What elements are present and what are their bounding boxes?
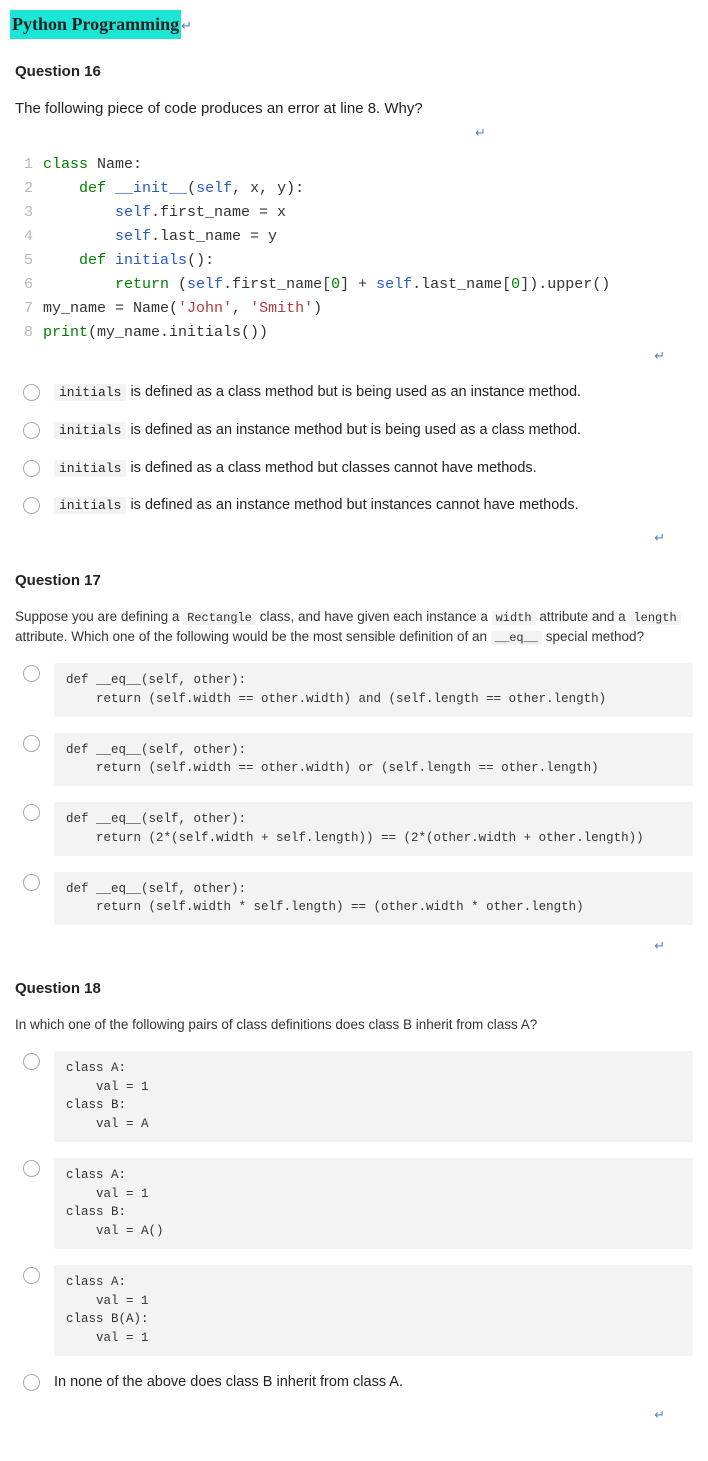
line-number: 7	[15, 297, 33, 321]
inline-code: Rectangle	[183, 611, 256, 625]
inline-code: initials	[54, 497, 126, 514]
inline-code: initials	[54, 422, 126, 439]
enter-icon: ↵	[654, 528, 665, 548]
enter-icon: ↵	[654, 936, 665, 956]
radio-icon[interactable]	[23, 1267, 40, 1284]
q17-option-4[interactable]: def __eq__(self, other): return (self.wi…	[23, 872, 693, 926]
enter-icon-row: ↵	[15, 122, 693, 143]
enter-icon: ↵	[475, 123, 486, 143]
q18-option-2[interactable]: class A: val = 1 class B: val = A()	[23, 1158, 693, 1249]
q17-option-1[interactable]: def __eq__(self, other): return (self.wi…	[23, 663, 693, 717]
radio-icon[interactable]	[23, 874, 40, 891]
code-box: class A: val = 1 class B: val = A	[54, 1051, 693, 1142]
code-box: def __eq__(self, other): return (2*(self…	[54, 802, 693, 856]
option-text: is defined as a class method but classes…	[126, 460, 536, 476]
code-box: def __eq__(self, other): return (self.wi…	[54, 733, 693, 787]
q18-prompt: In which one of the following pairs of c…	[15, 1015, 693, 1035]
option-text: In none of the above does class B inheri…	[54, 1372, 693, 1394]
page-title-wrap: Python Programming↵	[0, 0, 708, 39]
line-number: 3	[15, 201, 33, 225]
q18-option-3[interactable]: class A: val = 1 class B(A): val = 1	[23, 1265, 693, 1356]
enter-icon: ↵	[654, 1405, 665, 1425]
q18-heading: Question 18	[15, 978, 693, 1001]
q16-option-3[interactable]: initials is defined as a class method bu…	[23, 458, 693, 480]
q17-heading: Question 17	[15, 570, 693, 593]
radio-icon[interactable]	[23, 665, 40, 682]
q18-option-1[interactable]: class A: val = 1 class B: val = A	[23, 1051, 693, 1142]
radio-icon[interactable]	[23, 422, 40, 439]
radio-icon[interactable]	[23, 384, 40, 401]
code-box: def __eq__(self, other): return (self.wi…	[54, 872, 693, 926]
option-text: is defined as an instance method but is …	[126, 422, 581, 438]
option-text: is defined as a class method but is bein…	[126, 384, 581, 400]
line-number: 1	[15, 153, 33, 177]
q16-option-2[interactable]: initials is defined as an instance metho…	[23, 420, 693, 442]
code-box: class A: val = 1 class B(A): val = 1	[54, 1265, 693, 1356]
inline-code: width	[492, 611, 536, 625]
q16-option-1[interactable]: initials is defined as a class method bu…	[23, 382, 693, 404]
enter-icon: ↵	[654, 346, 665, 366]
enter-icon-row: ↵	[15, 345, 693, 366]
code-box: class A: val = 1 class B: val = A()	[54, 1158, 693, 1249]
radio-icon[interactable]	[23, 804, 40, 821]
inline-code: initials	[54, 384, 126, 401]
radio-icon[interactable]	[23, 1053, 40, 1070]
inline-code: length	[629, 611, 680, 625]
q17-prompt: Suppose you are defining a Rectangle cla…	[15, 607, 693, 648]
enter-icon-row: ↵	[15, 1404, 693, 1425]
q16-code-block: 1class Name: 2 def __init__(self, x, y):…	[15, 153, 693, 345]
q16-option-4[interactable]: initials is defined as an instance metho…	[23, 495, 693, 517]
q17-option-3[interactable]: def __eq__(self, other): return (2*(self…	[23, 802, 693, 856]
q16-prompt: The following piece of code produces an …	[15, 98, 693, 121]
line-number: 4	[15, 225, 33, 249]
q17-option-2[interactable]: def __eq__(self, other): return (self.wi…	[23, 733, 693, 787]
enter-icon-row: ↵	[15, 527, 693, 548]
line-number: 8	[15, 321, 33, 345]
radio-icon[interactable]	[23, 1160, 40, 1177]
enter-icon-row: ↵	[15, 935, 693, 956]
line-number: 2	[15, 177, 33, 201]
enter-icon: ↵	[181, 16, 192, 36]
q18-option-4[interactable]: In none of the above does class B inheri…	[23, 1372, 693, 1394]
line-number: 6	[15, 273, 33, 297]
inline-code: __eq__	[491, 631, 542, 645]
line-number: 5	[15, 249, 33, 273]
radio-icon[interactable]	[23, 735, 40, 752]
page-title: Python Programming	[10, 10, 181, 39]
q16-heading: Question 16	[15, 61, 693, 84]
radio-icon[interactable]	[23, 460, 40, 477]
radio-icon[interactable]	[23, 1374, 40, 1391]
option-text: is defined as an instance method but ins…	[126, 497, 578, 513]
code-box: def __eq__(self, other): return (self.wi…	[54, 663, 693, 717]
content: Question 16 The following piece of code …	[0, 61, 708, 1425]
inline-code: initials	[54, 460, 126, 477]
radio-icon[interactable]	[23, 497, 40, 514]
